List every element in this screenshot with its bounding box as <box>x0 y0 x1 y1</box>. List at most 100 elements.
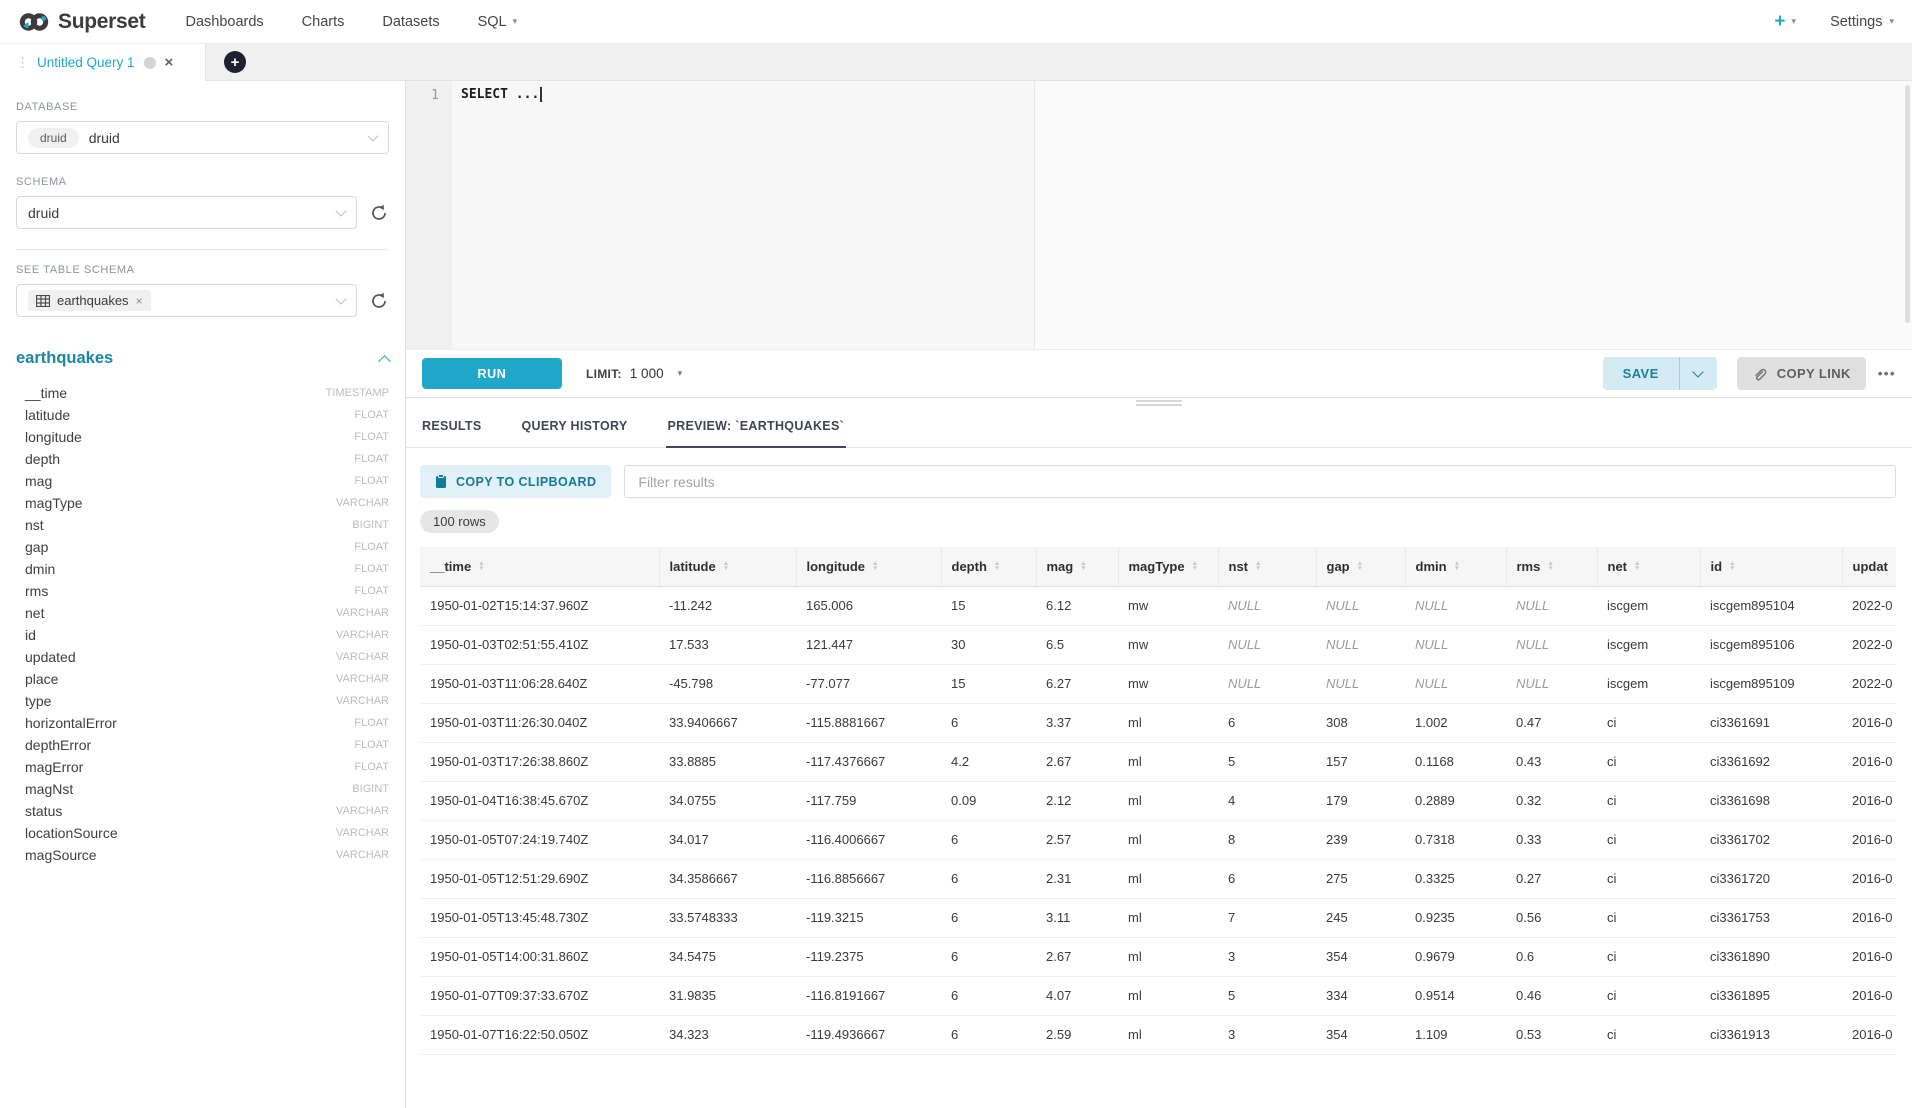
sort-icon[interactable]: ▲▼ <box>872 561 878 571</box>
query-tab-active[interactable]: ⋮ Untitled Query 1 × <box>0 44 206 81</box>
drag-handle-icon <box>1136 400 1182 408</box>
column-header-cell[interactable]: net ▲▼ <box>1597 547 1700 586</box>
column-header-cell[interactable]: longitude▲▼ <box>796 547 941 586</box>
refresh-tables-icon[interactable] <box>369 291 389 311</box>
table-cell: 33.8885 <box>659 742 796 781</box>
column-header-cell[interactable]: latitude▲▼ <box>659 547 796 586</box>
sort-icon[interactable]: ▲▼ <box>1357 561 1363 571</box>
sort-icon[interactable]: ▲▼ <box>1634 561 1640 571</box>
superset-brand[interactable]: Superset <box>18 9 145 35</box>
run-button[interactable]: RUN <box>422 358 562 389</box>
tab-preview-earthquakes[interactable]: PREVIEW: `EARTHQUAKES` <box>666 408 847 448</box>
table-schema-select[interactable]: earthquakes × <box>16 284 357 317</box>
table-cell: 1.002 <box>1405 703 1506 742</box>
chevron-up-icon[interactable] <box>378 355 391 368</box>
line-number: 1 <box>431 88 439 103</box>
schema-select[interactable]: druid <box>16 196 357 229</box>
nav-item-datasets[interactable]: Datasets <box>382 14 439 30</box>
table-cell: 1950-01-05T12:51:29.690Z <box>420 859 659 898</box>
column-type: TIMESTAMP <box>326 387 389 399</box>
table-cell: -77.077 <box>796 664 941 703</box>
table-cell: 121.447 <box>796 625 941 664</box>
column-header-label: net <box>1608 559 1628 574</box>
sort-icon[interactable]: ▲▼ <box>1895 561 1896 571</box>
column-header-cell[interactable]: dmin▲▼ <box>1405 547 1506 586</box>
sort-icon[interactable]: ▲▼ <box>1255 561 1261 571</box>
table-row: 1950-01-05T12:51:29.690Z34.3586667-116.8… <box>420 859 1896 898</box>
filter-results-input[interactable] <box>624 465 1896 498</box>
table-cell: 6 <box>941 703 1036 742</box>
column-header-cell[interactable]: __time▲▼ <box>420 547 659 586</box>
close-tab-icon[interactable]: × <box>165 55 174 70</box>
table-cell: 6 <box>1218 703 1316 742</box>
sort-icon[interactable]: ▲▼ <box>1192 561 1198 571</box>
column-header-cell[interactable]: id▲▼ <box>1700 547 1842 586</box>
table-cell: 1950-01-05T13:45:48.730Z <box>420 898 659 937</box>
table-cell: 34.323 <box>659 1015 796 1054</box>
table-cell: 6 <box>941 898 1036 937</box>
table-cell: 4.2 <box>941 742 1036 781</box>
table-row: 1950-01-03T11:26:30.040Z33.9406667-115.8… <box>420 703 1896 742</box>
table-cell: 2.57 <box>1036 820 1118 859</box>
more-actions-button[interactable]: ••• <box>1878 366 1896 381</box>
sql-editor[interactable]: 1 SELECT ... <box>406 81 1912 350</box>
schema-column-row: longitudeFLOAT <box>16 426 389 448</box>
sort-icon[interactable]: ▲▼ <box>994 561 1000 571</box>
new-item-button[interactable]: + ▾ <box>1774 12 1796 31</box>
tab-results[interactable]: RESULTS <box>420 408 484 448</box>
new-query-tab-button[interactable]: + <box>224 51 246 73</box>
table-cell: 354 <box>1316 1015 1405 1054</box>
drag-handle-icon[interactable]: ⋮ <box>16 55 28 71</box>
column-type: VARCHAR <box>336 497 389 509</box>
database-type-chip: druid <box>28 128 79 148</box>
column-header-cell[interactable]: gap▲▼ <box>1316 547 1405 586</box>
nav-item-dashboards[interactable]: Dashboards <box>185 14 263 30</box>
table-cell: ml <box>1118 859 1218 898</box>
pane-resize-handle[interactable] <box>406 398 1912 408</box>
sort-icon[interactable]: ▲▼ <box>723 561 729 571</box>
column-header-cell[interactable]: mag ▲▼ <box>1036 547 1118 586</box>
table-cell: ci3361890 <box>1700 937 1842 976</box>
table-cell: 0.3325 <box>1405 859 1506 898</box>
database-select[interactable]: druid druid <box>16 121 389 154</box>
column-header-cell[interactable]: depth▲▼ <box>941 547 1036 586</box>
column-name: longitude <box>25 429 82 445</box>
table-cell: 2.67 <box>1036 742 1118 781</box>
table-cell: 2016-0 <box>1842 937 1896 976</box>
save-button[interactable]: SAVE <box>1603 357 1679 390</box>
table-cell: 2016-0 <box>1842 859 1896 898</box>
tab-query-history[interactable]: QUERY HISTORY <box>520 408 630 448</box>
column-header-cell[interactable]: rms▲▼ <box>1506 547 1597 586</box>
nav-item-charts[interactable]: Charts <box>302 14 345 30</box>
editor-code[interactable]: SELECT ... <box>452 81 542 349</box>
table-cell: ci <box>1597 703 1700 742</box>
table-cell: ci <box>1597 742 1700 781</box>
sort-icon[interactable]: ▲▼ <box>478 561 484 571</box>
column-header-label: nst <box>1229 559 1249 574</box>
column-header-label: mag <box>1047 559 1074 574</box>
column-header-cell[interactable]: updat▲▼ <box>1842 547 1896 586</box>
sort-icon[interactable]: ▲▼ <box>1080 561 1086 571</box>
copy-link-button[interactable]: COPY LINK <box>1737 357 1866 390</box>
remove-table-icon[interactable]: × <box>136 294 143 308</box>
sort-icon[interactable]: ▲▼ <box>1454 561 1460 571</box>
refresh-schema-icon[interactable] <box>369 203 389 223</box>
save-options-button[interactable] <box>1679 357 1717 390</box>
copy-to-clipboard-button[interactable]: COPY TO CLIPBOARD <box>420 465 611 498</box>
results-grid-wrap: __time▲▼latitude▲▼longitude▲▼depth▲▼ mag ▲… <box>420 547 1896 1055</box>
table-cell: iscgem895106 <box>1700 625 1842 664</box>
nav-item-sql[interactable]: SQL ▾ <box>478 14 518 30</box>
limit-dropdown[interactable]: LIMIT: 1 000 ▾ <box>586 366 682 381</box>
editor-scrollbar[interactable] <box>1905 85 1910 323</box>
sort-icon[interactable]: ▲▼ <box>1729 561 1735 571</box>
schema-column-row: nstBIGINT <box>16 514 389 536</box>
table-cell: NULL <box>1218 586 1316 625</box>
table-cell: 2.31 <box>1036 859 1118 898</box>
table-cell: 2016-0 <box>1842 898 1896 937</box>
column-header-cell[interactable]: magType▲▼ <box>1118 547 1218 586</box>
table-cell: -119.4936667 <box>796 1015 941 1054</box>
sort-icon[interactable]: ▲▼ <box>1547 561 1553 571</box>
table-cell: 2.12 <box>1036 781 1118 820</box>
settings-menu[interactable]: Settings ▾ <box>1830 14 1894 30</box>
column-header-cell[interactable]: nst ▲▼ <box>1218 547 1316 586</box>
